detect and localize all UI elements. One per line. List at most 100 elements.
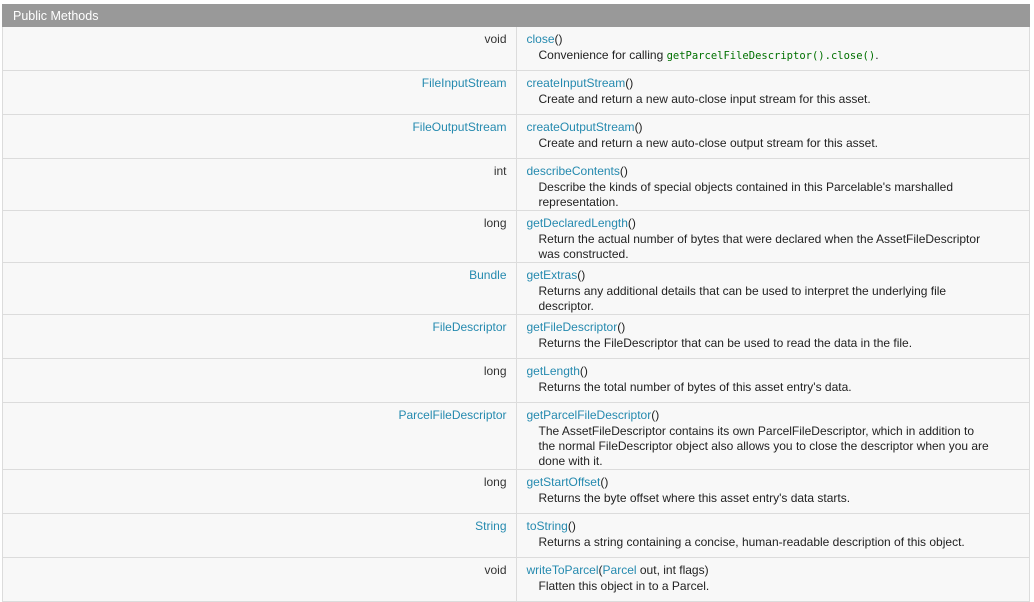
return-type-cell: long	[2, 469, 517, 514]
table-header-title: Public Methods	[2, 4, 1030, 27]
method-link-createOutputStream[interactable]: createOutputStream	[527, 120, 635, 134]
return-type-cell: long	[2, 210, 517, 263]
method-link-describeContents[interactable]: describeContents	[527, 164, 620, 178]
method-params: ()	[619, 164, 628, 178]
method-cell: getExtras() Returns any additional detai…	[515, 262, 1030, 315]
method-params: ()	[577, 268, 586, 282]
table-header-row: Public Methods	[2, 4, 1030, 27]
method-signature: getDeclaredLength()	[527, 216, 1030, 230]
method-description: Returns a string containing a concise, h…	[538, 535, 965, 549]
method-description: Flatten this object in to a Parcel.	[538, 579, 710, 593]
param-type-link-parcel[interactable]: Parcel	[603, 563, 637, 577]
method-params: ()	[579, 364, 588, 378]
method-cell: writeToParcel(Parcel out, int flags) Fla…	[515, 557, 1030, 602]
description-text-end: .	[875, 48, 879, 62]
method-params: ()	[651, 408, 660, 422]
method-link-getDeclaredLength[interactable]: getDeclaredLength	[527, 216, 628, 230]
method-params: ()	[625, 76, 634, 90]
method-row-getLength: long getLength() Returns the total numbe…	[2, 358, 1030, 403]
method-description: Convenience for calling getParcelFileDes…	[527, 46, 1030, 64]
method-description: Returns the FileDescriptor that can be u…	[538, 336, 913, 350]
return-type: long	[483, 216, 507, 230]
method-link-writeToParcel[interactable]: writeToParcel	[527, 563, 599, 577]
return-type-link[interactable]: FileOutputStream	[412, 120, 506, 134]
method-cell: getDeclaredLength() Return the actual nu…	[515, 210, 1030, 263]
method-params: ()	[567, 519, 576, 533]
method-signature: toString()	[527, 519, 1030, 533]
method-row-describeContents: int describeContents() Describe the kind…	[2, 158, 1030, 211]
method-signature: close()	[527, 32, 1030, 46]
method-row-getFileDescriptor: FileDescriptor getFileDescriptor() Retur…	[2, 314, 1030, 359]
method-params: ()	[627, 216, 636, 230]
return-type-cell: FileOutputStream	[2, 114, 517, 159]
method-signature: getParcelFileDescriptor()	[527, 408, 1030, 422]
method-signature: writeToParcel(Parcel out, int flags)	[527, 563, 1030, 577]
method-params-rest: out, int flags)	[636, 563, 709, 577]
method-signature: describeContents()	[527, 164, 1030, 178]
method-row-toString: String toString() Returns a string conta…	[2, 513, 1030, 558]
return-type: void	[484, 32, 507, 46]
method-link-toString[interactable]: toString	[527, 519, 568, 533]
return-type: long	[483, 364, 507, 378]
method-description: Create and return a new auto-close input…	[538, 92, 871, 106]
return-type-cell: String	[2, 513, 517, 558]
method-link-close[interactable]: close	[527, 32, 555, 46]
method-signature: getExtras()	[527, 268, 1030, 282]
method-cell: describeContents() Describe the kinds of…	[515, 158, 1030, 211]
method-description: The AssetFileDescriptor contains its own…	[538, 424, 989, 468]
return-type-cell: void	[2, 26, 517, 71]
method-link-getStartOffset[interactable]: getStartOffset	[527, 475, 601, 489]
method-row-getStartOffset: long getStartOffset() Returns the byte o…	[2, 469, 1030, 514]
method-link-getLength[interactable]: getLength	[527, 364, 580, 378]
method-row-createInputStream: FileInputStream createInputStream() Crea…	[2, 70, 1030, 115]
method-signature: createInputStream()	[527, 76, 1030, 90]
method-cell: getLength() Returns the total number of …	[515, 358, 1030, 403]
method-description: Return the actual number of bytes that w…	[538, 232, 981, 261]
method-description: Returns any additional details that can …	[538, 284, 947, 313]
method-signature: getLength()	[527, 364, 1030, 378]
public-methods-table: Public Methods void close() Convenience …	[2, 4, 1030, 602]
method-row-getExtras: Bundle getExtras() Returns any additiona…	[2, 262, 1030, 315]
return-type-cell: Bundle	[2, 262, 517, 315]
return-type-link[interactable]: Bundle	[469, 268, 506, 282]
method-params: ()	[554, 32, 563, 46]
method-row-writeToParcel: void writeToParcel(Parcel out, int flags…	[2, 557, 1030, 602]
description-text: Convenience for calling	[538, 48, 667, 62]
return-type-cell: FileDescriptor	[2, 314, 517, 359]
method-link-getParcelFileDescriptor[interactable]: getParcelFileDescriptor	[527, 408, 652, 422]
return-type-cell: FileInputStream	[2, 70, 517, 115]
return-type-link[interactable]: FileInputStream	[422, 76, 507, 90]
return-type: int	[493, 164, 507, 178]
return-type-cell: int	[2, 158, 517, 211]
method-description: Returns the byte offset where this asset…	[538, 491, 851, 505]
method-cell: createOutputStream() Create and return a…	[515, 114, 1030, 159]
method-description: Create and return a new auto-close outpu…	[538, 136, 879, 150]
public-methods-page: Public Methods void close() Convenience …	[0, 0, 1034, 602]
return-type-cell: long	[2, 358, 517, 403]
method-description: Describe the kinds of special objects co…	[538, 180, 954, 209]
return-type: void	[484, 563, 507, 577]
method-description: Returns the total number of bytes of thi…	[538, 380, 852, 394]
return-type-cell: ParcelFileDescriptor	[2, 402, 517, 470]
return-type: long	[483, 475, 507, 489]
method-cell: toString() Returns a string containing a…	[515, 513, 1030, 558]
return-type-link[interactable]: FileDescriptor	[432, 320, 506, 334]
method-cell: getParcelFileDescriptor() The AssetFileD…	[515, 402, 1030, 470]
method-params: ()	[634, 120, 643, 134]
return-type-link[interactable]: String	[475, 519, 506, 533]
method-link-getFileDescriptor[interactable]: getFileDescriptor	[527, 320, 618, 334]
method-signature: getFileDescriptor()	[527, 320, 1030, 334]
return-type-cell: void	[2, 557, 517, 602]
method-signature: createOutputStream()	[527, 120, 1030, 134]
description-code: getParcelFileDescriptor().close()	[666, 50, 876, 62]
method-row-createOutputStream: FileOutputStream createOutputStream() Cr…	[2, 114, 1030, 159]
return-type-link[interactable]: ParcelFileDescriptor	[398, 408, 506, 422]
method-params: ()	[617, 320, 626, 334]
method-params: ()	[600, 475, 609, 489]
method-signature: getStartOffset()	[527, 475, 1030, 489]
method-link-createInputStream[interactable]: createInputStream	[527, 76, 626, 90]
method-link-getExtras[interactable]: getExtras	[527, 268, 578, 282]
method-cell: getStartOffset() Returns the byte offset…	[515, 469, 1030, 514]
method-cell: createInputStream() Create and return a …	[515, 70, 1030, 115]
method-row-getParcelFileDescriptor: ParcelFileDescriptor getParcelFileDescri…	[2, 402, 1030, 470]
